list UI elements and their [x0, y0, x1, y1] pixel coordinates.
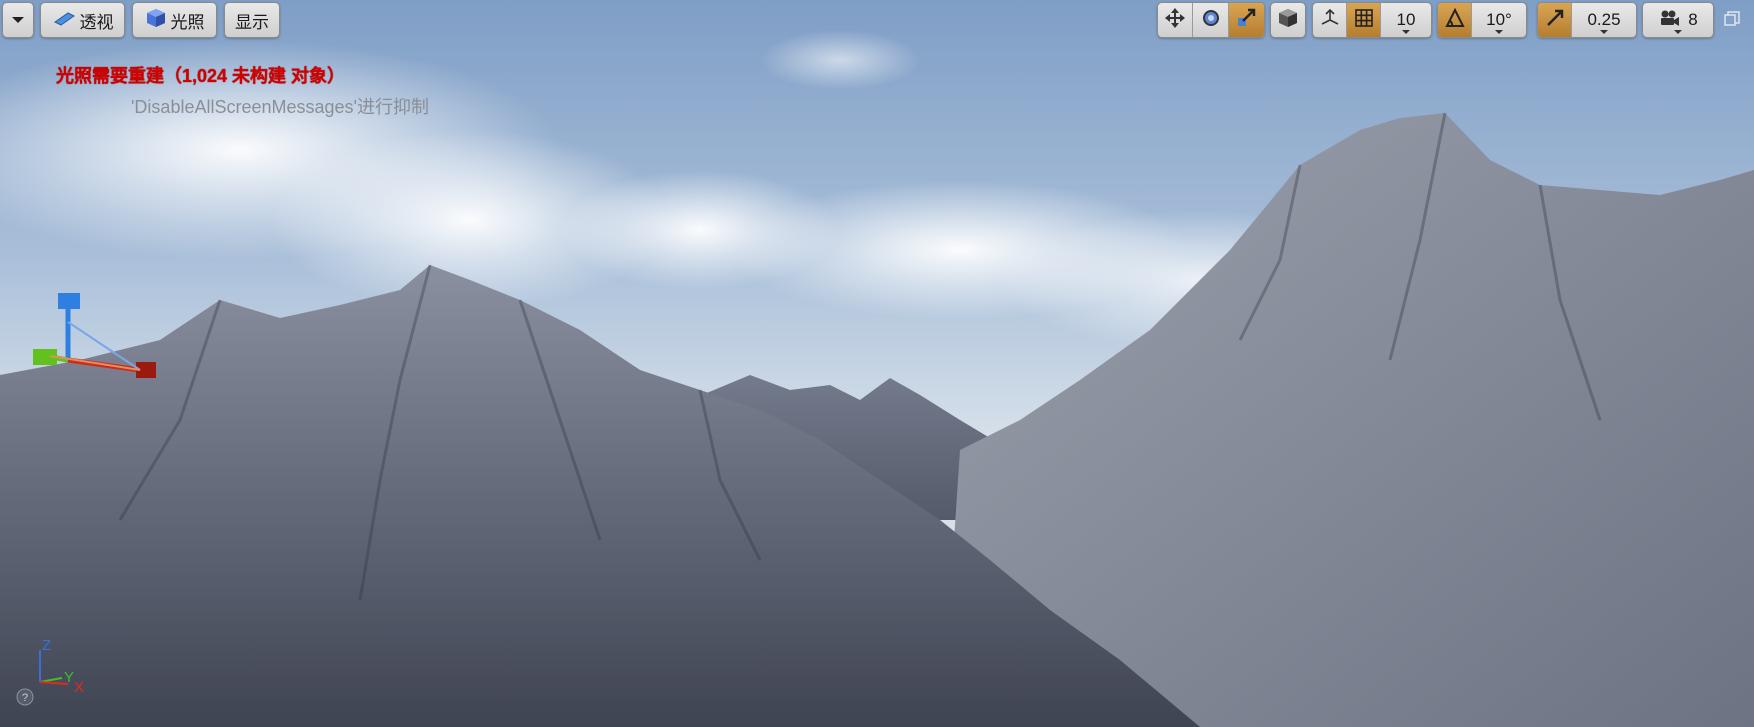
axis-z-label: Z — [42, 637, 51, 654]
axis-x-label: X — [74, 679, 84, 696]
scale-icon — [1235, 7, 1257, 34]
rotation-snap-toggle[interactable] — [1438, 3, 1472, 37]
gizmo-z-handle[interactable] — [58, 293, 80, 309]
scale-arrow-icon — [1544, 7, 1566, 34]
show-button[interactable]: 显示 — [224, 2, 280, 38]
scale-snap-toggle[interactable] — [1538, 3, 1572, 37]
lighting-rebuild-warning: 光照需要重建（1,024 未构建 对象） — [56, 66, 346, 86]
help-icon[interactable]: ? — [16, 688, 34, 706]
lighting-mode-label: 光照 — [170, 12, 205, 32]
scale-tool-button[interactable] — [1228, 3, 1264, 37]
svg-text:?: ? — [22, 692, 28, 704]
grid-icon — [1353, 7, 1375, 34]
camera-speed-value: 8 — [1688, 10, 1698, 29]
translate-tool-button[interactable] — [1158, 3, 1194, 37]
transform-tools-group — [1157, 2, 1265, 38]
viewport-options-button[interactable] — [2, 2, 34, 38]
restore-viewport-icon — [1723, 11, 1741, 32]
camera-speed-group: 8 — [1642, 2, 1714, 38]
axis-y-label: Y — [64, 669, 74, 686]
lighting-mode-button[interactable]: 光照 — [132, 2, 217, 38]
chevron-down-icon — [11, 10, 25, 30]
dropdown-caret-icon — [1600, 30, 1608, 34]
perspective-icon — [52, 9, 76, 32]
world-cube-icon — [1277, 7, 1299, 34]
surface-snap-button[interactable] — [1313, 3, 1347, 37]
scale-snap-value-dropdown[interactable]: 0.25 — [1572, 3, 1636, 37]
camera-speed-dropdown[interactable]: 8 — [1643, 3, 1713, 37]
rotation-snap-value: 10° — [1486, 10, 1512, 29]
grid-snap-group: 10 — [1312, 2, 1432, 38]
perspective-label: 透视 — [79, 12, 114, 32]
coordinate-system-button[interactable] — [1271, 3, 1305, 37]
rotate-icon — [1200, 7, 1222, 34]
move-arrows-icon — [1164, 7, 1186, 34]
rotation-snap-group: 10° — [1437, 2, 1527, 38]
dropdown-caret-icon — [1674, 30, 1682, 34]
axis-indicator: Z Y X — [28, 636, 98, 696]
perspective-button[interactable]: 透视 — [40, 2, 125, 38]
rotate-tool-button[interactable] — [1193, 3, 1229, 37]
rotation-snap-value-dropdown[interactable]: 10° — [1472, 3, 1526, 37]
show-label: 显示 — [235, 12, 269, 32]
angle-icon — [1444, 7, 1466, 34]
grid-snap-toggle[interactable] — [1347, 3, 1381, 37]
dropdown-caret-icon — [1495, 30, 1503, 34]
scale-snap-value: 0.25 — [1587, 10, 1621, 29]
restore-viewport-button[interactable] — [1723, 10, 1741, 28]
suppress-messages-hint: 'DisableAllScreenMessages'进行抑制 — [131, 97, 429, 117]
scale-snap-group: 0.25 — [1537, 2, 1637, 38]
surface-snap-icon — [1319, 7, 1341, 34]
grid-snap-value: 10 — [1396, 10, 1416, 29]
coordinate-system-group — [1270, 2, 1306, 38]
grid-snap-value-dropdown[interactable]: 10 — [1381, 3, 1431, 37]
lit-cube-icon — [145, 7, 167, 34]
level-viewport[interactable]: 透视 光照 显示 10 10° 0.25 8 光照需要重建（1,024 未构建 … — [0, 0, 1754, 727]
dropdown-caret-icon — [1402, 30, 1410, 34]
camera-icon — [1658, 9, 1680, 32]
